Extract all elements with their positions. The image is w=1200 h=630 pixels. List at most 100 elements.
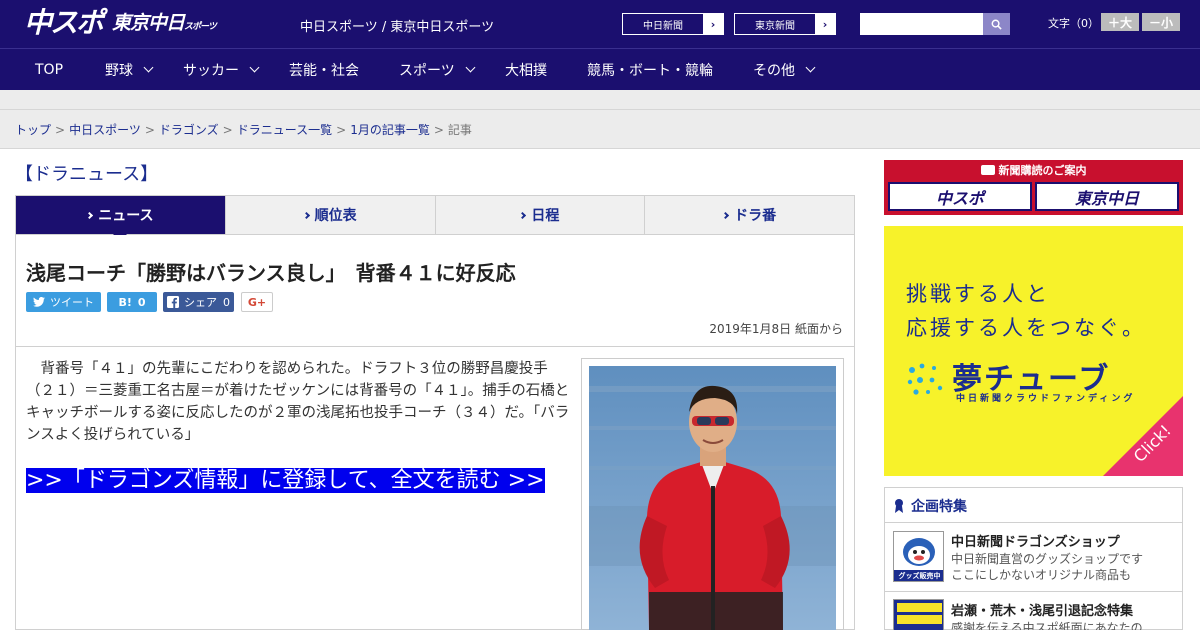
nav-item-label: スポーツ [399, 62, 455, 79]
font-size-label: 文字（0） [1048, 17, 1099, 30]
nav-item-label: 芸能・社会 [289, 62, 359, 79]
font-smaller-button[interactable]: －小 [1142, 13, 1180, 31]
ribbon-icon [895, 499, 903, 513]
nav-item-label: その他 [753, 62, 795, 79]
tab-label: ドラ番 [734, 208, 777, 224]
search-icon [991, 19, 1002, 30]
dragons-shop-desc1: 中日新聞直営のグッズショップです [951, 552, 1144, 566]
main-nav: TOP 野球 サッカー 芸能・社会 スポーツ 大相撲 競馬・ボート・競輪 その他 [0, 48, 1200, 90]
nav-item-keiba[interactable]: 競馬・ボート・競輪 [587, 49, 713, 90]
feature-heading: 企画特集 [893, 496, 967, 516]
tab-label: ニュース [98, 208, 154, 224]
chevron-down-icon [249, 62, 260, 73]
search-button[interactable] [983, 13, 1010, 35]
hatena-count: 0 [137, 295, 146, 309]
tab-reporter[interactable]: ドラ番 [645, 196, 854, 234]
site-title[interactable]: 中日スポーツ / 東京中日スポーツ [300, 16, 494, 35]
article-headline: 浅尾コーチ「勝野はバランス良し」 背番４１に好反応 [26, 261, 516, 285]
breadcrumb: トップ > 中日スポーツ > ドラゴンズ > ドラニュース一覧 >1月の記事一覧 > 記事 [15, 121, 472, 138]
chevron-down-icon [143, 62, 154, 73]
facebook-icon [167, 296, 179, 308]
retirement-feature-title[interactable]: 岩瀬・荒木・浅尾引退記念特集 [951, 600, 1133, 619]
chunichi-shimbun-link[interactable]: 中日新聞 › [622, 13, 724, 35]
chevron-right-icon: › [815, 14, 835, 34]
dragons-shop-thumbnail[interactable]: グッズ販売中 [893, 531, 944, 582]
twitter-icon [33, 297, 45, 307]
chevron-down-icon [465, 62, 476, 73]
hatena-label: B! [118, 295, 132, 309]
breadcrumb-current: 記事 [447, 123, 472, 137]
dragons-shop-desc2: ここにしかないオリジナル商品も [951, 568, 1132, 582]
nav-item-baseball[interactable]: 野球 [105, 49, 154, 90]
chuspo-logo[interactable]: 中スポ [24, 8, 104, 38]
feature-divider [885, 522, 1182, 523]
tokyo-shimbun-label: 東京新聞 [755, 20, 795, 32]
section-tabs: ニュース 順位表 日程 ドラ番 [15, 195, 855, 241]
retirement-feature-thumbnail[interactable] [893, 599, 944, 630]
breadcrumb-separator: > [336, 123, 347, 137]
nav-item-soccer[interactable]: サッカー [183, 49, 260, 90]
coach-photo-illustration [589, 366, 836, 630]
breadcrumb-month-list[interactable]: 1月の記事一覧 [350, 123, 430, 137]
tokyo-chunichi-logo-text: 東京中日 [112, 12, 185, 34]
chevron-right-icon [519, 211, 527, 219]
nav-item-sports[interactable]: スポーツ [399, 49, 476, 90]
tweet-button[interactable]: ツイート [26, 292, 101, 312]
tab-news[interactable]: ニュース [16, 196, 226, 241]
retirement-feature-desc1: 感謝を伝える中スポ紙面にあなたの [951, 621, 1143, 630]
font-bigger-button[interactable]: ＋大 [1101, 13, 1139, 31]
breadcrumb-news-list[interactable]: ドラニュース一覧 [237, 123, 332, 137]
nav-item-label: 競馬・ボート・競輪 [587, 62, 713, 79]
tab-label: 順位表 [314, 208, 357, 224]
yume-tube-ad[interactable]: 挑戦する人と 応援する人をつなぐ。 夢チューブ 中日新聞クラウドファンディング … [884, 226, 1183, 476]
retirement-banner-icon [894, 600, 943, 630]
nav-item-label: 野球 [105, 62, 133, 79]
article-photo[interactable] [589, 366, 836, 630]
breadcrumb-dragons[interactable]: ドラゴンズ [159, 123, 219, 137]
dragons-shop-title[interactable]: 中日新聞ドラゴンズショップ [951, 531, 1120, 550]
read-more-link[interactable]: >>「ドラゴンズ情報」に登録して、全文を読む >> [26, 467, 566, 495]
tab-standings[interactable]: 順位表 [225, 196, 436, 234]
tab-schedule[interactable]: 日程 [435, 196, 646, 234]
section-title: 【ドラニュース】 [15, 164, 159, 185]
nav-item-label: サッカー [183, 62, 239, 79]
chevron-right-icon [86, 211, 94, 219]
nav-item-entertainment[interactable]: 芸能・社会 [289, 49, 359, 90]
article-divider [16, 346, 854, 347]
click-corner-ribbon[interactable] [884, 226, 1183, 476]
tokyo-chunichi-logo-small: スポーツ [184, 22, 217, 32]
subscribe-banner[interactable]: 新聞購読のご案内 中スポ 東京中日 [884, 160, 1183, 215]
breadcrumb-chuspo[interactable]: 中日スポーツ [69, 123, 141, 137]
feature-divider [885, 591, 1182, 592]
gplus-label: G+ [247, 295, 267, 309]
breadcrumb-separator: > [222, 123, 233, 137]
chevron-right-icon [302, 211, 310, 219]
top-header: 中スポ 東京中日スポーツ 中日スポーツ / 東京中日スポーツ 中日新聞 › 東京… [0, 0, 1200, 48]
header-stripe [0, 90, 1200, 110]
facebook-label: シェア [184, 296, 217, 309]
tweet-label: ツイート [50, 296, 94, 309]
article-dateline: 2019年1月8日 紙面から [709, 322, 843, 336]
subscribe-title: 新聞購読のご案内 [884, 162, 1183, 178]
subscribe-chuspo-button[interactable]: 中スポ [888, 182, 1032, 211]
hatena-bookmark-button[interactable]: B! 0 [107, 292, 157, 312]
breadcrumb-separator: > [55, 123, 66, 137]
nav-item-label: TOP [35, 61, 64, 78]
subscribe-tokyo-chunichi-button[interactable]: 東京中日 [1035, 182, 1179, 211]
gplus-share-button[interactable]: G+ [241, 292, 273, 312]
tokyo-shimbun-link[interactable]: 東京新聞 › [734, 13, 836, 35]
nav-item-other[interactable]: その他 [753, 49, 816, 90]
nav-item-sumo[interactable]: 大相撲 [505, 49, 547, 90]
newspaper-icon [980, 165, 995, 175]
nav-item-top[interactable]: TOP [35, 49, 63, 90]
search-input[interactable] [860, 13, 983, 35]
facebook-share-button[interactable]: シェア 0 [163, 292, 234, 312]
breadcrumb-top[interactable]: トップ [15, 123, 51, 137]
subscribe-title-text: 新聞購読のご案内 [998, 164, 1087, 177]
chevron-right-icon: › [703, 14, 723, 34]
tab-label: 日程 [531, 208, 560, 224]
tokyo-chunichi-logo[interactable]: 東京中日スポーツ [112, 11, 217, 39]
dragons-shop-badge: グッズ販売中 [898, 572, 941, 580]
breadcrumb-separator: > [433, 123, 444, 137]
breadcrumb-separator: > [144, 123, 155, 137]
